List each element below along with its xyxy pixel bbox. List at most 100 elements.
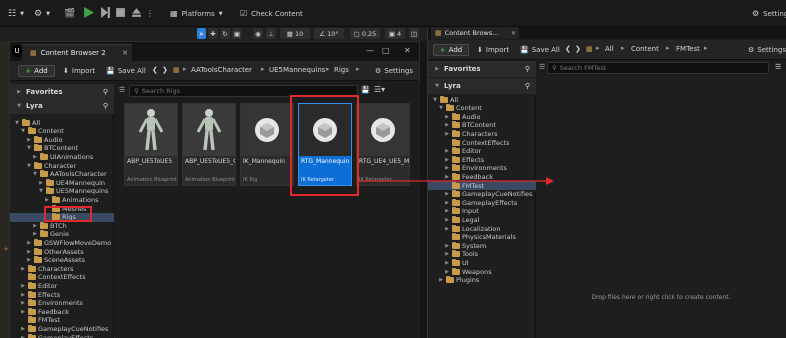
import-button[interactable]: ⬇ Import <box>63 65 95 77</box>
search-icon[interactable]: ⚲ <box>103 102 108 110</box>
forward-icon[interactable]: ❯ <box>162 66 168 74</box>
settings-button[interactable]: ⚙ Settings <box>752 0 786 27</box>
world-local-button[interactable]: ◉ <box>253 28 263 39</box>
chevron-down-icon[interactable]: ▼ <box>14 120 20 126</box>
filter-icon[interactable]: ☰ <box>539 63 545 71</box>
step-icon[interactable] <box>100 7 111 18</box>
asset-tile-abp-ue5toue5-g[interactable]: ABP_UE5ToUE5_G Animation Blueprint <box>182 103 236 186</box>
asset-tile-abp-ue5toue5[interactable]: ABP_UE5ToUE5 Animation Blueprint <box>124 103 178 186</box>
close-window-icon[interactable]: ✕ <box>404 46 411 55</box>
chevron-right-icon[interactable]: ▶ <box>444 191 450 197</box>
settings-button[interactable]: ⚙ Settings <box>748 44 786 56</box>
chevron-down-icon[interactable]: ▼ <box>438 105 444 111</box>
chevron-down-icon[interactable]: ▼ <box>26 163 32 169</box>
asset-search-input[interactable]: ⚲ Search FMTest <box>547 62 769 74</box>
chevron-right-icon[interactable]: ▶ <box>20 292 26 298</box>
chevron-right-icon[interactable]: ▶ <box>444 148 450 154</box>
viewport-layout-button[interactable]: ◫ <box>409 28 419 39</box>
scale-button[interactable]: ▣ <box>232 28 242 39</box>
import-button[interactable]: ⬇ Import <box>477 44 509 56</box>
maximize-icon[interactable]: □ <box>382 46 390 55</box>
chevron-right-icon[interactable]: ▶ <box>20 300 26 306</box>
blueprints-button[interactable]: ⚙ ▼ <box>34 0 50 27</box>
chevron-down-icon[interactable]: ▼ <box>38 188 44 194</box>
stop-icon[interactable] <box>115 7 126 18</box>
chevron-right-icon[interactable]: ▶ <box>444 200 450 206</box>
close-tab-icon[interactable]: ✕ <box>122 49 128 57</box>
check-content-button[interactable]: ☑ Check Content <box>240 0 303 27</box>
asset-tile-ik-mannequin[interactable]: IK_Mannequin IK Rig <box>240 103 294 186</box>
modes-button[interactable]: ☷ ▼ <box>8 0 24 27</box>
chevron-right-icon[interactable]: ▶ <box>32 154 38 160</box>
breadcrumb-aatoolscharacter[interactable]: AAToolsCharacter <box>191 66 252 74</box>
settings-button[interactable]: ⚙ Settings <box>375 65 413 77</box>
chevron-right-icon[interactable]: ▶ <box>444 165 450 171</box>
chevron-right-icon[interactable]: ▶ <box>32 223 38 229</box>
chevron-right-icon[interactable]: ▶ <box>444 157 450 163</box>
folder-tree-item-gameplayeffects[interactable]: ▶ GameplayEffects <box>10 333 114 338</box>
scale-snap-button[interactable]: ▢ 0.25 <box>350 28 380 39</box>
rotation-snap-button[interactable]: ∠ 10° <box>314 28 344 39</box>
search-icon[interactable]: ⚲ <box>525 82 530 90</box>
chevron-right-icon[interactable]: ▶ <box>444 122 450 128</box>
surface-snap-button[interactable]: ⊥ <box>266 28 276 39</box>
chevron-right-icon[interactable]: ▶ <box>32 231 38 237</box>
camera-speed-button[interactable]: ▣ 4 <box>385 28 405 39</box>
add-button[interactable]: + Add <box>18 65 55 77</box>
play-options-button[interactable]: ⋮ <box>146 0 154 27</box>
breadcrumb-ue5mannequins[interactable]: UE5Mannequins <box>269 66 325 74</box>
chevron-right-icon[interactable]: ▶ <box>444 260 450 266</box>
chevron-right-icon[interactable]: ▶ <box>44 197 50 203</box>
chevron-right-icon[interactable]: ▶ <box>438 277 444 283</box>
chevron-right-icon[interactable]: ▶ <box>444 226 450 232</box>
filter-icon[interactable]: ☰ <box>119 86 127 96</box>
select-mode-button[interactable]: ➤ <box>197 28 206 39</box>
chevron-right-icon[interactable]: ▶ <box>20 326 26 332</box>
chevron-right-icon[interactable]: ▶ <box>444 114 450 120</box>
breadcrumb-all[interactable]: All <box>605 45 614 53</box>
breadcrumb-fmtest[interactable]: FMTest <box>676 45 700 53</box>
chevron-right-icon[interactable]: ▶ <box>26 249 32 255</box>
minimize-icon[interactable]: — <box>366 46 374 55</box>
save-all-button[interactable]: 💾 Save All <box>520 44 560 56</box>
folder-tree-item-plugins[interactable]: ▶ Plugins <box>428 276 536 285</box>
view-options-icon[interactable]: ☰ <box>775 63 781 71</box>
chevron-right-icon[interactable]: ▶ <box>38 180 44 186</box>
sequencer-button[interactable]: 🎬 <box>64 0 75 27</box>
chevron-right-icon[interactable]: ▶ <box>20 266 26 272</box>
forward-icon[interactable]: ❯ <box>575 45 581 53</box>
back-icon[interactable]: ❮ <box>152 66 158 74</box>
chevron-right-icon[interactable]: ▶ <box>20 309 26 315</box>
view-options-icon[interactable]: ☰▾ <box>374 85 385 94</box>
content-browser-2-tab[interactable]: ▦ Content Browser 2 ✕ <box>22 44 132 61</box>
chevron-right-icon[interactable]: ▶ <box>20 335 26 338</box>
lyra-header[interactable]: ▼ Lyra ⚲ <box>10 98 114 114</box>
chevron-down-icon[interactable]: ▼ <box>32 171 38 177</box>
asset-tile-rtg-ue4-ue5-manny[interactable]: RTG_UE4_UE5_MannyIK Retargeter <box>356 103 410 186</box>
chevron-right-icon[interactable]: ▶ <box>444 251 450 257</box>
play-icon[interactable] <box>83 7 94 18</box>
back-icon[interactable]: ❮ <box>565 45 571 53</box>
chevron-down-icon[interactable]: ▼ <box>432 97 438 103</box>
close-tab-icon[interactable]: ✕ <box>511 30 516 37</box>
favorites-header[interactable]: ▶ Favorites ⚲ <box>428 61 536 77</box>
content-browser-tab[interactable]: ▦ Content Brows... ✕ <box>431 27 519 39</box>
rotate-button[interactable]: ↻ <box>220 28 230 39</box>
save-search-icon[interactable]: 💾 <box>361 86 370 94</box>
search-icon[interactable]: ⚲ <box>103 88 108 96</box>
lyra-header[interactable]: ▼ Lyra ⚲ <box>428 78 536 94</box>
grid-snap-button[interactable]: ▦ 10 <box>280 28 310 39</box>
chevron-right-icon[interactable]: ▶ <box>444 131 450 137</box>
chevron-right-icon[interactable]: ▶ <box>444 243 450 249</box>
chevron-right-icon[interactable]: ▶ <box>20 283 26 289</box>
asset-tile-rtg-mannequin[interactable]: RTG_Mannequin IK Retargeter <box>298 103 352 186</box>
chevron-down-icon[interactable]: ▼ <box>20 128 26 134</box>
chevron-right-icon[interactable]: ▶ <box>444 217 450 223</box>
eject-icon[interactable] <box>131 7 142 18</box>
chevron-right-icon[interactable]: ▶ <box>444 208 450 214</box>
asset-drop-area[interactable]: Drop files here or right click to create… <box>536 75 786 338</box>
chevron-right-icon[interactable]: ▶ <box>26 257 32 263</box>
chevron-down-icon[interactable]: ▼ <box>26 145 32 151</box>
save-all-button[interactable]: 💾 Save All <box>106 65 146 77</box>
breadcrumb-content[interactable]: Content <box>631 45 659 53</box>
